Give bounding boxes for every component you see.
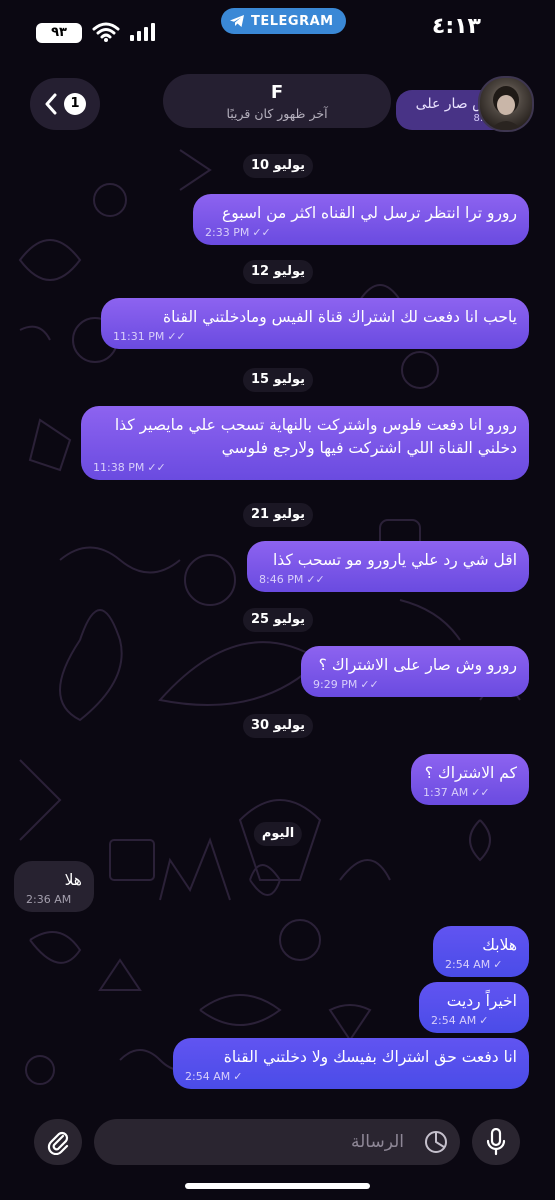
read-check-icon: ✓✓: [471, 786, 490, 799]
outgoing-message[interactable]: اقل شي رد علي يارورو مو تسحب كذا 8:46 PM…: [247, 541, 529, 592]
outgoing-message[interactable]: كم الاشتراك ؟ 1:37 AM ✓✓: [411, 754, 529, 805]
message-meta: 2:33 PM ✓✓: [205, 226, 517, 239]
date-separator: 15 يوليو: [243, 368, 313, 392]
date-separator: 21 يوليو: [243, 503, 313, 527]
message-meta: 2:54 AM ✓: [185, 1070, 517, 1083]
sent-check-icon: ✓: [479, 1014, 489, 1027]
message-input-container[interactable]: [94, 1119, 460, 1165]
message-time: 11:31 PM: [113, 330, 165, 343]
clock-sticker-icon[interactable]: [424, 1130, 448, 1154]
message-time: 1:37 AM: [423, 786, 469, 799]
outgoing-message[interactable]: اخيراً رديت 2:54 AM ✓: [419, 982, 529, 1033]
message-meta: 8:46 PM ✓✓: [259, 573, 517, 586]
message-meta: 2:54 AM ✓: [431, 1014, 517, 1027]
date-separator: 30 يوليو: [243, 714, 313, 738]
microphone-icon: [486, 1128, 506, 1156]
status-time: ٤:١٣: [431, 14, 481, 39]
incoming-message[interactable]: هلا 2:36 AM: [14, 861, 94, 912]
cellular-signal-icon: [130, 23, 155, 41]
chat-header[interactable]: F آخر ظهور كان قريبًا: [163, 74, 391, 128]
message-text: رورو وش صار على الاشتراك ؟: [318, 656, 517, 674]
outgoing-message[interactable]: رورو انا دفعت فلوس واشتركت بالنهاية تسحب…: [81, 406, 529, 480]
date-separator: 12 يوليو: [243, 260, 313, 284]
home-indicator[interactable]: [185, 1183, 370, 1189]
outgoing-message[interactable]: هلابك 2:54 AM ✓: [433, 926, 529, 977]
outgoing-message[interactable]: رورو وش صار على الاشتراك ؟ 9:29 PM ✓✓: [301, 646, 529, 697]
outgoing-message[interactable]: انا دفعت حق اشتراك بفيسك ولا دخلتني القن…: [173, 1038, 529, 1089]
message-meta: 2:54 AM ✓: [445, 958, 517, 971]
read-check-icon: ✓✓: [167, 330, 186, 343]
microphone-button[interactable]: [472, 1119, 520, 1165]
avatar-image: [490, 86, 522, 130]
message-text: هلابك: [482, 936, 517, 954]
date-separator: اليوم: [253, 822, 303, 846]
avatar[interactable]: [478, 76, 534, 132]
message-text: رورو انا دفعت فلوس واشتركت بالنهاية تسحب…: [114, 416, 517, 457]
read-check-icon: ✓✓: [147, 461, 166, 474]
message-meta: 1:37 AM ✓✓: [423, 786, 517, 799]
message-time: 9:29 PM: [313, 678, 358, 691]
message-time: 2:33 PM: [205, 226, 250, 239]
message-text: اقل شي رد علي يارورو مو تسحب كذا: [272, 551, 517, 569]
unread-count-badge: 1: [64, 93, 86, 115]
last-seen-status: آخر ظهور كان قريبًا: [226, 106, 328, 121]
message-input[interactable]: [94, 1122, 414, 1162]
read-check-icon: ✓✓: [252, 226, 271, 239]
read-check-icon: ✓✓: [306, 573, 325, 586]
paperclip-icon: [47, 1131, 69, 1155]
contact-name: F: [270, 82, 284, 103]
message-text: هلا: [64, 871, 82, 889]
read-check-icon: ✓✓: [360, 678, 379, 691]
sent-check-icon: ✓: [233, 1070, 243, 1083]
message-time: 2:54 AM: [185, 1070, 231, 1083]
message-time: 2:36 AM: [26, 893, 72, 906]
message-text: ياحب انا دفعت لك اشتراك قناة الفيس ومادخ…: [162, 308, 517, 326]
telegram-app-pill[interactable]: TELEGRAM: [221, 8, 346, 34]
message-time: 2:54 AM: [431, 1014, 477, 1027]
status-bar: ٩٣ TELEGRAM ٤:١٣: [0, 0, 555, 52]
date-separator: 25 يوليو: [243, 608, 313, 632]
telegram-plane-icon: [230, 15, 244, 27]
telegram-pill-label: TELEGRAM: [251, 13, 334, 29]
message-meta: 11:31 PM ✓✓: [113, 330, 517, 343]
message-time: 2:54 AM: [445, 958, 491, 971]
sent-check-icon: ✓: [493, 958, 503, 971]
outgoing-message[interactable]: رورو ترا انتظر ترسل لي القناه اكثر من اس…: [193, 194, 529, 245]
wifi-icon: [92, 22, 120, 42]
message-meta: 9:29 PM ✓✓: [313, 678, 517, 691]
battery-indicator: ٩٣: [36, 23, 82, 43]
date-separator: 10 يوليو: [243, 154, 313, 178]
message-meta: 11:38 PM ✓✓: [93, 461, 517, 474]
attach-button[interactable]: [34, 1119, 82, 1165]
back-button[interactable]: 1: [30, 78, 100, 130]
chevron-left-icon: [45, 93, 57, 115]
message-time: 8:46 PM: [259, 573, 304, 586]
message-time: 11:38 PM: [93, 461, 145, 474]
outgoing-message[interactable]: ياحب انا دفعت لك اشتراك قناة الفيس ومادخ…: [101, 298, 529, 349]
message-text: رورو ترا انتظر ترسل لي القناه اكثر من اس…: [222, 204, 517, 222]
message-meta: 2:36 AM: [26, 893, 82, 906]
message-text: انا دفعت حق اشتراك بفيسك ولا دخلتني القن…: [223, 1048, 517, 1066]
message-text: كم الاشتراك ؟: [424, 764, 517, 782]
message-text: اخيراً رديت: [446, 992, 517, 1010]
